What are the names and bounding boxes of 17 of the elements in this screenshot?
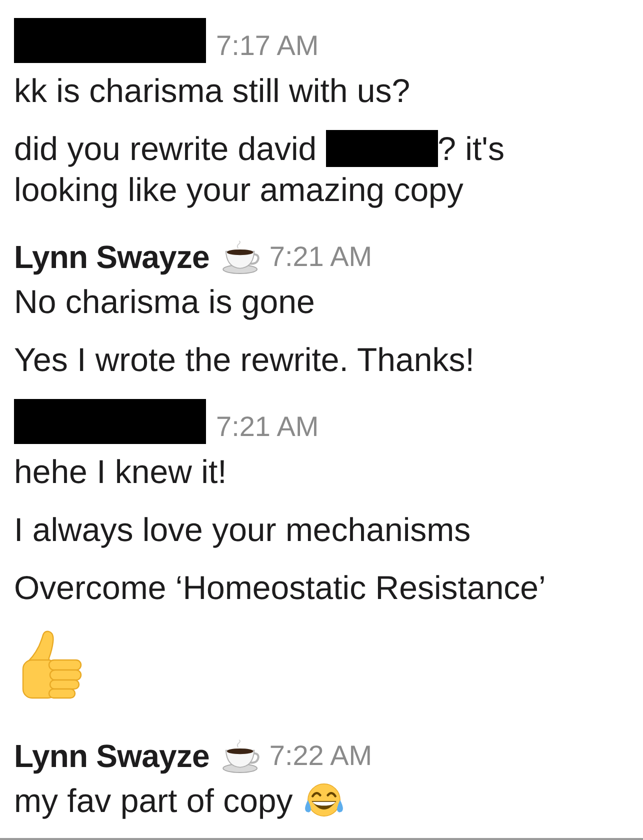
timestamp: 7:21 AM	[216, 411, 319, 443]
message-text: looking like your amazing copy	[14, 170, 464, 210]
timestamp: 7:21 AM	[269, 241, 372, 273]
message-text: my fav part of copy	[14, 782, 293, 819]
sender-name[interactable]: Lynn Swayze	[14, 238, 210, 276]
sender-name[interactable]: Lynn Swayze	[14, 738, 210, 774]
timestamp: 7:17 AM	[216, 30, 319, 62]
message-text: No charisma is gone	[14, 283, 315, 320]
laughing-face-icon	[302, 782, 345, 818]
message-text: Yes I wrote the rewrite. Thanks!	[14, 341, 474, 378]
message-text: I always love your mechanisms	[14, 511, 471, 548]
message-text: Overcome ‘Homeostatic Resistance’	[14, 569, 546, 606]
message-text: hehe I knew it!	[14, 453, 227, 490]
message-text: ? it's	[438, 129, 504, 169]
message-text: did you rewrite david	[14, 129, 317, 169]
message-text: kk is charisma still with us?	[14, 72, 410, 109]
timestamp: 7:22 AM	[269, 740, 372, 772]
